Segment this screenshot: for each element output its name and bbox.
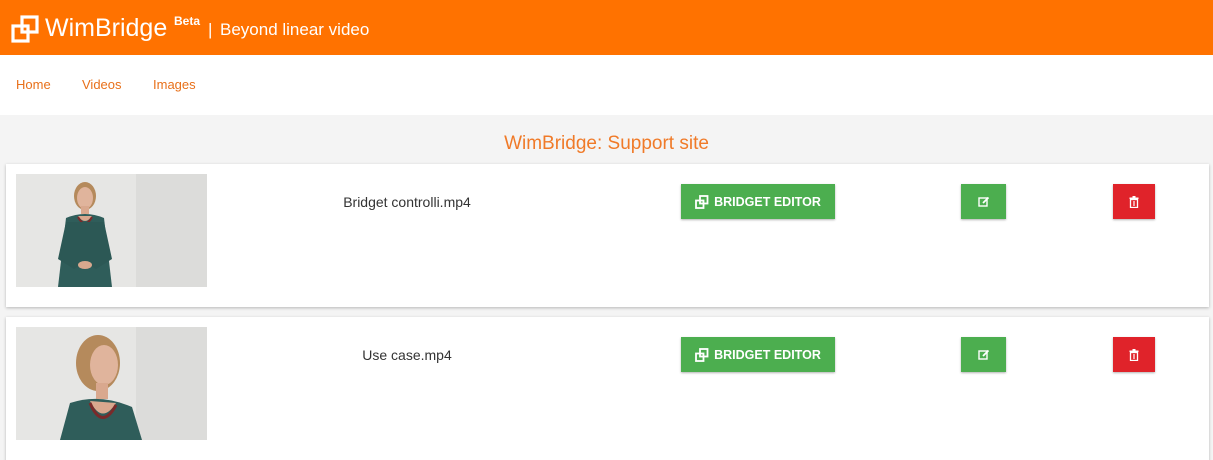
delete-button[interactable] [1113, 184, 1155, 219]
edit-icon [977, 349, 989, 360]
edit-icon [977, 196, 989, 207]
nav-videos[interactable]: Videos [82, 77, 122, 92]
delete-button[interactable] [1113, 337, 1155, 372]
page-title: WimBridge: Support site [504, 133, 709, 154]
video-card: Bridget controlli.mp4 BRIDGET EDITOR [6, 164, 1209, 307]
brand-name[interactable]: WimBridge [45, 12, 167, 44]
trash-icon [1129, 348, 1139, 361]
edit-button[interactable] [961, 184, 1006, 219]
nav-home[interactable]: Home [16, 77, 51, 92]
video-filename: Bridget controlli.mp4 [343, 194, 471, 210]
bridget-editor-label: BRIDGET EDITOR [714, 347, 821, 362]
bridget-editor-button[interactable]: BRIDGET EDITOR [681, 337, 835, 372]
presenter-image [16, 327, 207, 440]
tagline: Beyond linear video [220, 20, 370, 39]
video-thumbnail[interactable] [16, 174, 207, 287]
video-thumbnail[interactable] [16, 327, 207, 440]
bridget-editor-button[interactable]: BRIDGET EDITOR [681, 184, 835, 219]
beta-badge: Beta [174, 14, 201, 28]
app-header: WimBridge Beta | Beyond linear video [0, 0, 1213, 55]
video-card: Use case.mp4 BRIDGET EDITOR [6, 317, 1209, 460]
video-filename: Use case.mp4 [362, 347, 452, 363]
nav-images[interactable]: Images [153, 77, 196, 92]
logo-icon [695, 194, 709, 209]
edit-button[interactable] [961, 337, 1006, 372]
presenter-image [16, 174, 207, 287]
bridget-editor-label: BRIDGET EDITOR [714, 194, 821, 209]
trash-icon [1129, 195, 1139, 208]
logo-icon [695, 347, 709, 362]
main-nav: Home Videos Images [0, 55, 1213, 115]
logo-icon [11, 15, 39, 43]
header-separator: | [208, 20, 213, 39]
